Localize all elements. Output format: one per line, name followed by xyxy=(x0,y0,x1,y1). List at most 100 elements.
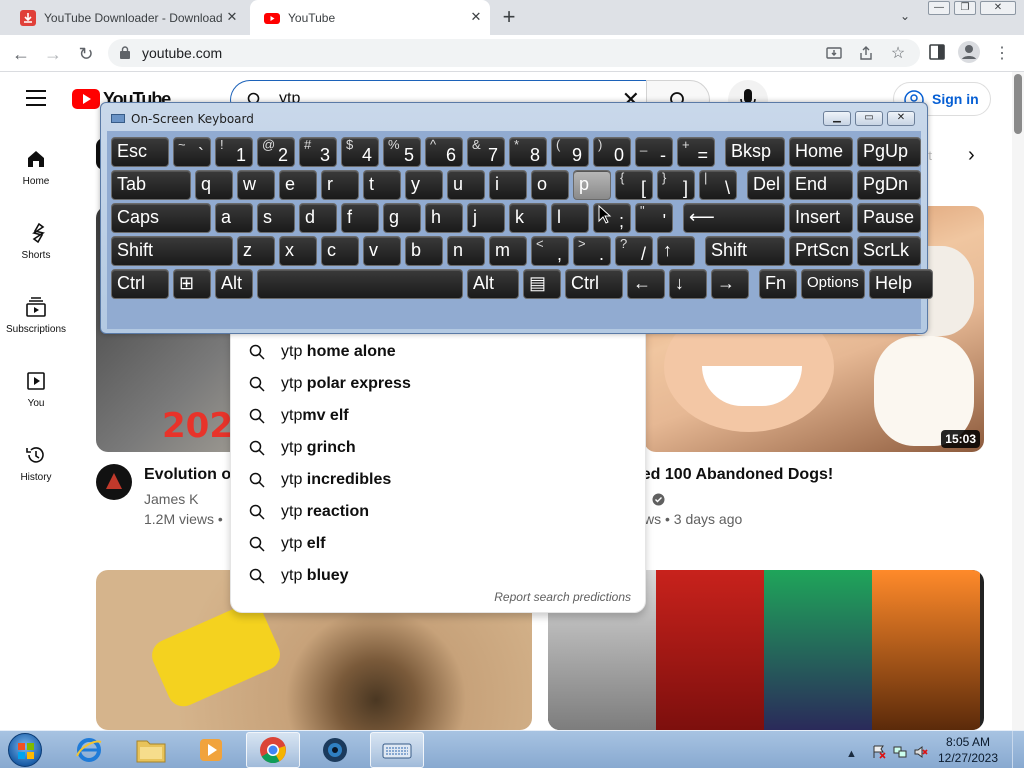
key-i[interactable]: i xyxy=(489,170,527,200)
key-symbol[interactable]: <, xyxy=(531,236,569,266)
key-8[interactable]: * 8 xyxy=(509,137,547,167)
taskbar-media-player[interactable] xyxy=(184,732,238,768)
key-b[interactable]: b xyxy=(405,236,443,266)
nav-item-you[interactable]: You xyxy=(0,370,72,409)
key-symbol[interactable]: ↑ xyxy=(657,236,695,266)
volume-muted-icon[interactable] xyxy=(914,745,928,759)
channel-name[interactable]: James K xyxy=(144,491,198,507)
video-title[interactable]: ued 100 Abandoned Dogs! xyxy=(632,466,833,484)
key-u[interactable]: u xyxy=(447,170,485,200)
key-symbol[interactable]: ? / xyxy=(615,236,653,266)
key-6[interactable]: ^ 6 xyxy=(425,137,463,167)
nav-item-history[interactable]: History xyxy=(0,444,72,483)
key-options[interactable]: Options xyxy=(801,269,865,299)
close-window-button[interactable]: ✕ xyxy=(980,1,1016,15)
key-d[interactable]: d xyxy=(299,203,337,233)
key-h[interactable]: h xyxy=(425,203,463,233)
key-3[interactable]: #3 xyxy=(299,137,337,167)
key-l[interactable]: l xyxy=(551,203,589,233)
key-symbol[interactable]: | \ xyxy=(699,170,737,200)
key-1[interactable]: ! 1 xyxy=(215,137,253,167)
key-c[interactable]: c xyxy=(321,236,359,266)
nav-item-subscriptions[interactable]: Subscriptions xyxy=(0,296,72,335)
search-suggestion-item[interactable]: ytp home alone xyxy=(231,336,647,368)
key-scrlk[interactable]: ScrLk xyxy=(857,236,921,266)
key-shift[interactable]: Shift xyxy=(705,236,785,266)
key-0[interactable]: ) 0 xyxy=(593,137,631,167)
key-end[interactable]: End xyxy=(789,170,853,200)
key-pgdn[interactable]: PgDn xyxy=(857,170,921,200)
key-o[interactable]: o xyxy=(531,170,569,200)
key-y[interactable]: y xyxy=(405,170,443,200)
new-tab-button[interactable]: + xyxy=(497,6,521,30)
browser-menu-kebab-icon[interactable]: ⋮ xyxy=(990,42,1014,66)
key-ctrl[interactable]: Ctrl xyxy=(111,269,169,299)
on-screen-keyboard-window[interactable]: On-Screen Keyboard ▁ ▭ ✕ Esc ~ `! 1 @2 #3 $4% 5… xyxy=(100,102,933,334)
network-icon[interactable] xyxy=(893,745,907,759)
search-suggestion-item[interactable]: ytp bluey xyxy=(231,560,647,592)
search-suggestion-item[interactable]: ytp reaction xyxy=(231,496,647,528)
profile-avatar-icon[interactable] xyxy=(958,41,980,63)
key-symbol[interactable]: }] xyxy=(657,170,695,200)
key-symbol[interactable]: ~ ` xyxy=(173,137,211,167)
key-q[interactable]: q xyxy=(195,170,233,200)
key-alt[interactable]: Alt xyxy=(467,269,519,299)
key-symbol[interactable]: + = xyxy=(677,137,715,167)
taskbar-chrome[interactable] xyxy=(246,732,300,768)
address-bar[interactable]: youtube.com xyxy=(108,39,920,67)
search-suggestion-item[interactable]: ytp grinch xyxy=(231,432,647,464)
taskbar-internet-explorer[interactable] xyxy=(62,732,116,768)
key-home[interactable]: Home xyxy=(789,137,853,167)
minimize-window-button[interactable]: — xyxy=(928,1,950,15)
search-suggestion-item[interactable]: ytpmv elf xyxy=(231,400,647,432)
key-symbol[interactable]: ⟵ xyxy=(683,203,785,233)
taskbar-on-screen-keyboard[interactable] xyxy=(370,732,424,768)
key-space[interactable] xyxy=(257,269,463,299)
show-desktop-button[interactable] xyxy=(1012,731,1024,768)
key-symbol[interactable]: ⊞ xyxy=(173,269,211,299)
search-suggestion-item[interactable]: ytp polar express xyxy=(231,368,647,400)
tab-youtube[interactable]: YouTube ✕ xyxy=(250,0,490,35)
key-n[interactable]: n xyxy=(447,236,485,266)
back-arrow-icon[interactable]: ← xyxy=(9,42,33,66)
key-9[interactable]: (9 xyxy=(551,137,589,167)
close-tab-icon[interactable]: ✕ xyxy=(224,9,240,25)
action-center-flag-icon[interactable] xyxy=(872,745,886,759)
key-shift[interactable]: Shift xyxy=(111,236,233,266)
side-panel-icon[interactable] xyxy=(929,44,945,60)
key-v[interactable]: v xyxy=(363,236,401,266)
key-j[interactable]: j xyxy=(467,203,505,233)
tab-youtube-downloader[interactable]: YouTube Downloader - Download ✕ xyxy=(6,0,246,35)
report-search-predictions-link[interactable]: Report search predictions xyxy=(494,590,631,604)
key-7[interactable]: & 7 xyxy=(467,137,505,167)
scrollbar-thumb[interactable] xyxy=(1014,74,1022,134)
hamburger-menu-icon[interactable] xyxy=(26,90,46,106)
key-g[interactable]: g xyxy=(383,203,421,233)
key-fn[interactable]: Fn xyxy=(759,269,797,299)
key-bksp[interactable]: Bksp xyxy=(725,137,785,167)
key-e[interactable]: e xyxy=(279,170,317,200)
tab-search-chevron-icon[interactable]: ⌄ xyxy=(896,9,914,27)
key-symbol[interactable]: → xyxy=(711,269,749,299)
search-suggestion-item[interactable]: ytp incredibles xyxy=(231,464,647,496)
osk-close-button[interactable]: ✕ xyxy=(887,111,915,126)
key-esc[interactable]: Esc xyxy=(111,137,169,167)
key-symbol[interactable]: _ - xyxy=(635,137,673,167)
osk-minimize-button[interactable]: ▁ xyxy=(823,111,851,126)
key-x[interactable]: x xyxy=(279,236,317,266)
key-symbol[interactable]: " ' xyxy=(635,203,673,233)
key-4[interactable]: $4 xyxy=(341,137,379,167)
key-symbol[interactable]: ← xyxy=(627,269,665,299)
bookmark-star-icon[interactable]: ☆ xyxy=(886,42,910,66)
share-icon[interactable] xyxy=(858,45,874,61)
key-del[interactable]: Del xyxy=(747,170,785,200)
key-p[interactable]: p xyxy=(573,170,611,200)
key-z[interactable]: z xyxy=(237,236,275,266)
key-symbol[interactable]: ↓ xyxy=(669,269,707,299)
taskbar-webcam-app[interactable] xyxy=(308,732,362,768)
restore-window-button[interactable]: ❐ xyxy=(954,1,976,15)
taskbar-file-explorer[interactable] xyxy=(124,732,178,768)
key-t[interactable]: t xyxy=(363,170,401,200)
key-ctrl[interactable]: Ctrl xyxy=(565,269,623,299)
video-title[interactable]: Evolution of xyxy=(144,466,236,484)
